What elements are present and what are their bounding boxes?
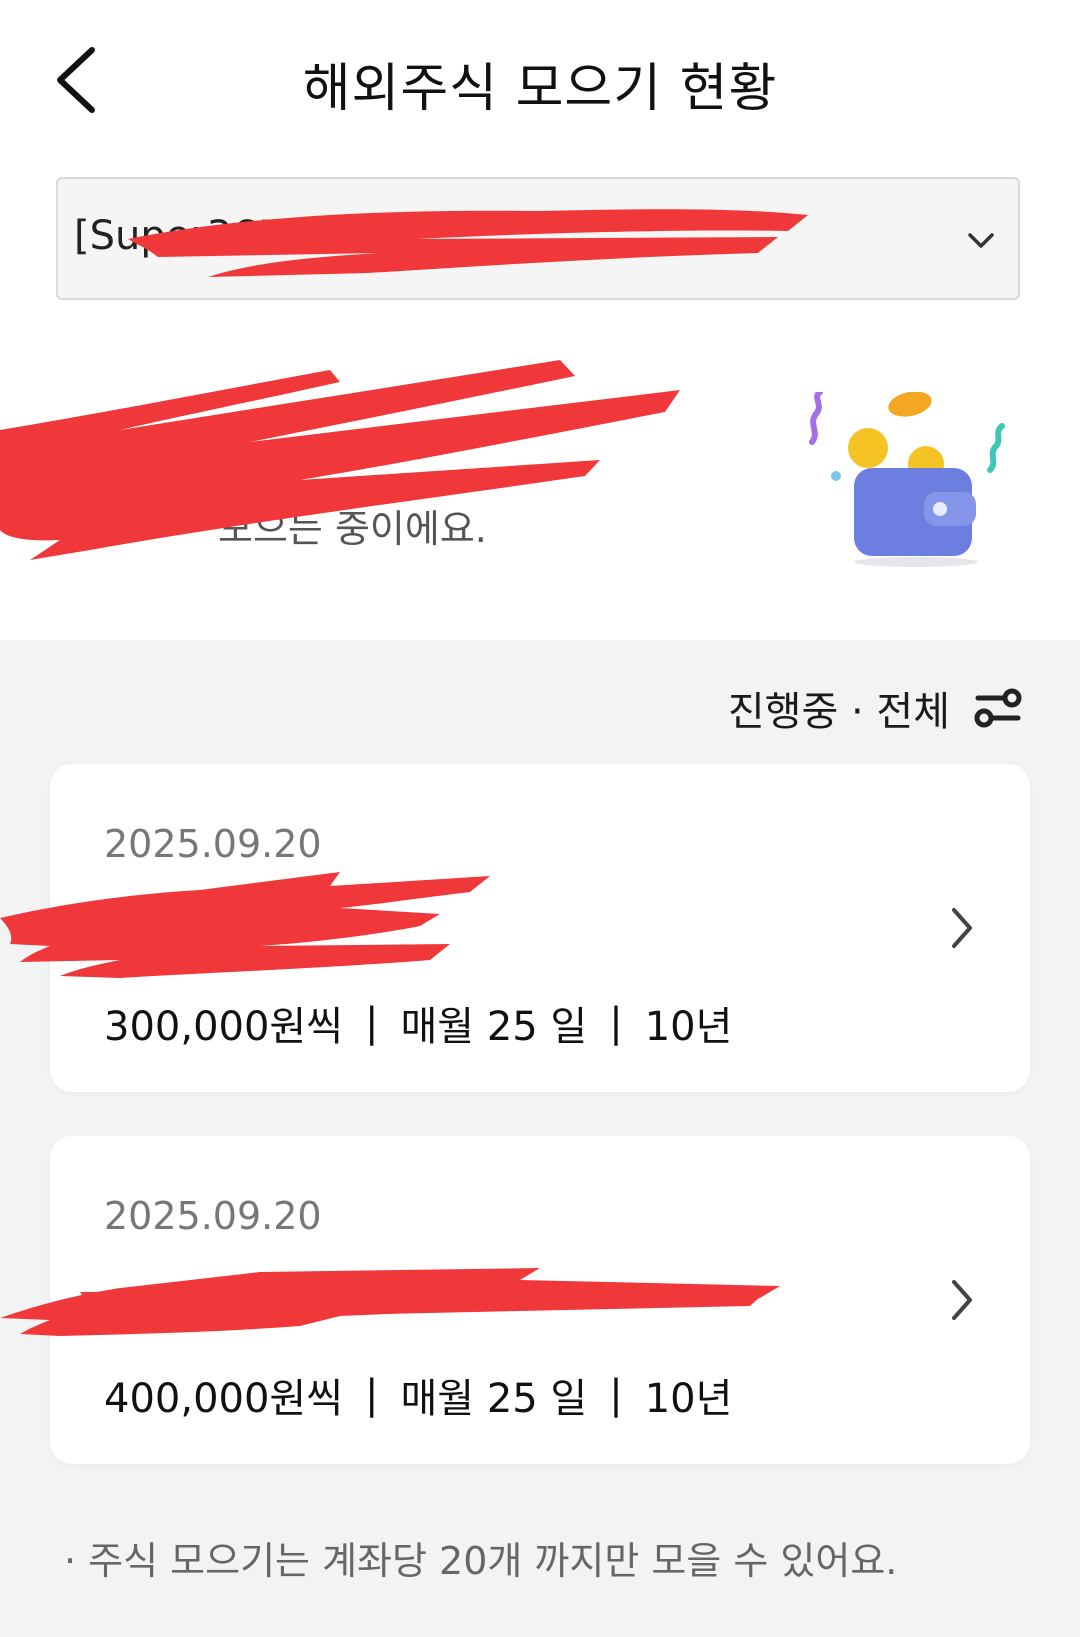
plan-amount: 400,000원씩 — [104, 1376, 344, 1422]
redaction-mark — [0, 1268, 780, 1336]
plans-section: 진행중 · 전체 2025.09.20 300,000원씩 | 매월 25 일 … — [0, 640, 1080, 1637]
chevron-right-icon — [952, 1280, 972, 1320]
header: 해외주식 모으기 현황 — [0, 0, 1080, 160]
filter-label: 진행중 · 전체 — [727, 689, 950, 735]
chevron-right-icon — [952, 908, 972, 948]
account-dropdown[interactable]: [Super365] — [56, 177, 1020, 300]
divider: | — [609, 1372, 623, 1418]
chevron-down-icon — [968, 233, 994, 248]
redaction-mark — [0, 872, 490, 978]
filter-button[interactable]: 진행중 · 전체 — [728, 678, 1022, 738]
plan-card[interactable]: 2025.09.20 300,000원씩 | 매월 25 일 | 10년 — [0, 764, 1030, 1092]
limit-notice: · 주식 모으기는 계좌당 20개 까지만 모을 수 있어요. — [64, 1539, 898, 1583]
filter-sliders-icon — [974, 688, 1022, 728]
summary-section: 모으는 중이에요. — [0, 300, 1080, 640]
page-title: 해외주식 모으기 현황 — [302, 59, 778, 119]
plan-details: 400,000원씩 | 매월 25 일 | 10년 — [104, 1366, 732, 1424]
wallet-coins-illustration — [809, 392, 1005, 567]
divider: | — [365, 1372, 379, 1418]
plan-date: 2025.09.20 — [104, 1194, 322, 1238]
plan-date: 2025.09.20 — [104, 822, 322, 866]
screen: 해외주식 모으기 현황 [Super365] 모으는 중이에요. 진행중 · 전… — [0, 0, 1080, 1637]
account-label: [Super365] — [74, 213, 299, 259]
plan-duration: 10년 — [644, 1376, 733, 1422]
plan-duration: 10년 — [644, 1004, 733, 1050]
summary-subtitle: 모으는 중이에요. — [218, 507, 487, 551]
plan-schedule: 매월 25 일 — [400, 1376, 588, 1422]
plan-schedule: 매월 25 일 — [400, 1004, 588, 1050]
divider: | — [365, 1000, 379, 1046]
plan-amount: 300,000원씩 — [104, 1004, 344, 1050]
plan-card[interactable]: 2025.09.20 400,000원씩 | 매월 25 일 | 10년 — [0, 1136, 1030, 1464]
divider: | — [609, 1000, 623, 1046]
plan-details: 300,000원씩 | 매월 25 일 | 10년 — [104, 994, 732, 1052]
